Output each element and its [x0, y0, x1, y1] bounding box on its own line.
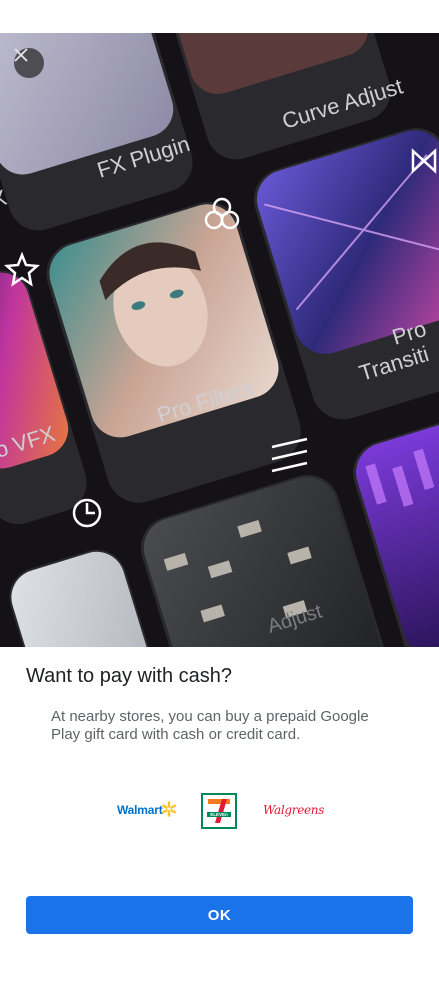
dialog-title: Want to pay with cash?	[26, 665, 233, 687]
ok-button[interactable]: OK	[26, 896, 413, 934]
walgreens-logo: Walgreens	[263, 803, 325, 817]
close-icon	[14, 48, 28, 62]
status-bar-area	[0, 0, 439, 33]
store-logos: Walmart ELEVEn Walgreens	[0, 793, 439, 833]
cash-payment-sheet: Want to pay with cash? At nearby stores,…	[0, 647, 439, 1000]
hero-image: FX Plugin Curve Adjust Pro Filters o VFX…	[0, 33, 439, 647]
walmart-logo: Walmart	[117, 803, 163, 817]
close-button[interactable]	[14, 48, 44, 78]
walmart-spark-icon	[162, 801, 177, 817]
seven-eleven-mark: ELEVEn	[205, 797, 233, 825]
seven-eleven-text: ELEVEn	[210, 812, 228, 817]
feature-collage: FX Plugin Curve Adjust Pro Filters o VFX…	[0, 33, 439, 647]
dialog-description: At nearby stores, you can buy a prepaid …	[51, 708, 369, 743]
seven-eleven-logo: ELEVEn	[201, 793, 237, 829]
